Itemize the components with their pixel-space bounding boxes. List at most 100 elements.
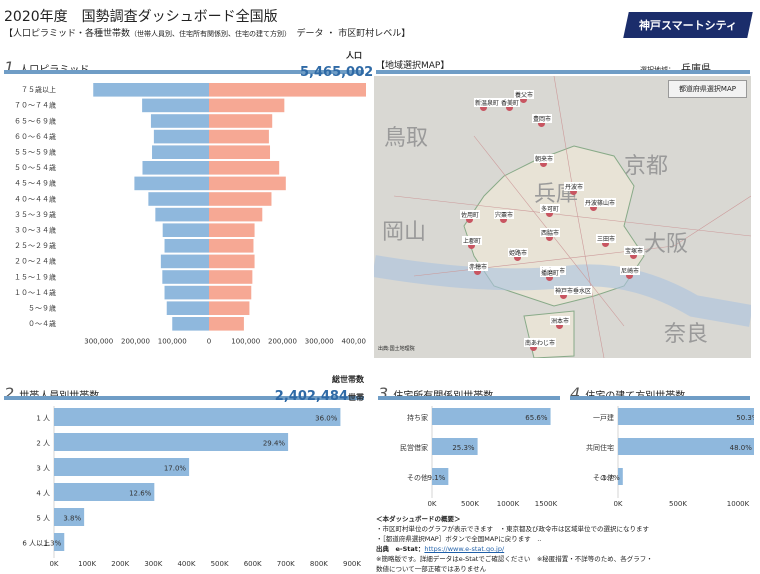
notes-line2: ・［都道府県選択MAP］ボタンで全国MAPに戻ります .. [376, 535, 542, 543]
x-tick-label: 1500K [535, 500, 558, 508]
age-label: ７５歳以上 [21, 85, 56, 94]
data-label: 9.1% [428, 474, 446, 482]
x-tick-label: 500K [461, 500, 479, 508]
female-bar [209, 98, 285, 113]
building-header: 4 住宅の建て方別世帯数 [570, 384, 685, 403]
data-label: 1.7% [602, 474, 620, 482]
city-label[interactable]: 赤穂市 [468, 262, 489, 271]
age-label: ５～９歳 [28, 304, 56, 313]
city-label[interactable]: 三田市 [596, 234, 617, 243]
category-label: 持ち家 [407, 413, 428, 422]
prefecture-select-map-button[interactable]: 都道府県選択MAP [667, 80, 747, 98]
data-label: 48.0% [730, 444, 753, 452]
male-bar [93, 83, 209, 97]
city-label[interactable]: 尼崎市 [620, 266, 641, 275]
category-label: 民営借家 [400, 443, 428, 452]
female-bar [209, 223, 255, 237]
data-label: 17.0% [164, 465, 187, 473]
map-region-label: 大阪 [644, 232, 689, 257]
region-map[interactable]: 鳥取 兵庫 京都 岡山 大阪 奈良 新温泉町 香美町 豊岡市 養父市 朝来市 丹波市 丹波篠山市 多可町… [374, 76, 751, 358]
subtitle-tail: データ ・ 市区町村レベル】 [287, 29, 411, 39]
housing-tenure-chart: 持ち家 65.6% 民営借家 25.3% その他 9.1% 0K 500K 1000K 1500K [400, 406, 558, 508]
source-label: 出典 e-Stat： [376, 545, 425, 553]
city-label[interactable]: 洲本市 [550, 316, 571, 325]
male-bar [153, 129, 209, 144]
x-tick-label: 900K [343, 560, 361, 568]
data-label: 1.3% [43, 540, 61, 548]
age-label: ５５～５９歳 [14, 148, 56, 157]
x-tick-label: 500K [211, 560, 229, 568]
x-tick-label: 200,000 [268, 338, 297, 346]
x-tick-label: 200,000 [121, 338, 150, 346]
female-bar [209, 161, 280, 175]
tenure-header-bar [378, 396, 560, 400]
subtitle-small: （世帯人員別、住宅所有関係別、住宅の建て方別） [130, 30, 288, 38]
city-label[interactable]: 朝来市 [534, 154, 555, 163]
age-label: ３０～３４歳 [14, 226, 56, 235]
city-label[interactable]: 宝塚市 [624, 246, 645, 255]
category-label: その他 [407, 473, 428, 482]
logo-text: 神戸スマートシティ [638, 19, 737, 32]
notes-line3: ※簡略版です。詳細データはe-Statでご確認ください ※秘匿措置・不詳等のため… [376, 555, 653, 563]
city-label[interactable]: 南あわじ市 [524, 338, 557, 347]
pyramid-header: 1 人口ピラミッド [4, 58, 89, 77]
city-label[interactable]: 多可町 [540, 204, 561, 213]
x-tick-label: 1000K [497, 500, 520, 508]
city-label[interactable]: 姫路市 [508, 248, 529, 257]
x-tick-label: 0K [427, 500, 436, 508]
x-tick-label: 100,000 [158, 338, 187, 346]
male-bar [152, 145, 209, 159]
page-title: 2020年度 国勢調査ダッシュボード全国版 [4, 9, 278, 25]
city-label[interactable]: 神戸市垂水区 [554, 286, 593, 295]
city-label[interactable]: 播磨町 [540, 268, 561, 277]
x-tick-label: 100,000 [231, 338, 260, 346]
city-label[interactable]: 宍粟市 [494, 210, 515, 219]
category-label: 共同住宅 [586, 443, 614, 452]
female-bar [209, 145, 271, 159]
city-label[interactable]: 佐用町 [460, 210, 481, 219]
hh-size-number: 2 [4, 384, 15, 403]
city-label[interactable]: 丹波市 [564, 182, 585, 191]
city-label[interactable]: 香美町 [500, 98, 521, 107]
female-bar [209, 192, 272, 206]
female-bar [209, 239, 254, 253]
data-label: 12.6% [129, 490, 152, 498]
city-label[interactable]: 豊岡市 [532, 114, 553, 123]
female-bar [209, 254, 255, 269]
page-subtitle: 【人口ピラミッド・各種世帯数（世帯人員別、住宅所有関係別、住宅の建て方別） デー… [4, 26, 410, 39]
estat-link[interactable]: https://www.e-stat.go.jp/ [424, 545, 504, 553]
x-tick-label: 0 [207, 338, 211, 346]
household-size-chart: 1 人 36.0% 2 人 29.4% 3 人 17.0% 4 人 12.6% 5 人 3.8% 6… [22, 406, 361, 568]
logo[interactable]: 神戸スマートシティ [623, 12, 753, 38]
male-bar [134, 176, 209, 191]
notes-line4: 数値について一部正確ではありません [376, 565, 487, 573]
value-bar [618, 408, 754, 425]
map-region-label: 京都 [624, 154, 669, 179]
data-label: 29.4% [263, 440, 286, 448]
female-bar [209, 129, 269, 144]
x-tick-label: 400,000 [342, 338, 366, 346]
notes-line1: ・市区町村単位のグラフが表示できます ・東京都及び政令市は区域単位での選択になり… [376, 525, 649, 533]
tenure-number: 3 [378, 384, 389, 403]
city-label[interactable]: 丹波篠山市 [584, 198, 617, 207]
dashboard-notes: ＜本ダッシュボードの概要＞ ・市区町村単位のグラフが表示できます ・東京都及び政… [376, 514, 653, 574]
map-region-label: 岡山 [382, 220, 427, 245]
population-label: 人口 [346, 51, 362, 60]
data-label: 50.3% [736, 414, 754, 422]
male-bar [162, 270, 209, 284]
city-label[interactable]: 養父市 [514, 90, 535, 99]
building-number: 4 [570, 384, 581, 403]
female-bar [209, 301, 250, 315]
subtitle-main: 【人口ピラミッド・各種世帯数 [4, 29, 131, 39]
building-header-bar [570, 396, 750, 400]
x-tick-label: 700K [277, 560, 295, 568]
x-tick-label: 800K [310, 560, 328, 568]
female-bar [209, 285, 252, 300]
category-label: 4 人 [36, 490, 50, 498]
city-label[interactable]: 西脇市 [540, 228, 561, 237]
map-region-label: 鳥取 [384, 126, 429, 151]
city-label[interactable]: 上郡町 [462, 236, 483, 245]
city-label[interactable]: 新温泉町 [474, 98, 501, 107]
data-label: 3.8% [63, 515, 81, 523]
map-credit: 出典:国土地理院 [378, 346, 415, 352]
